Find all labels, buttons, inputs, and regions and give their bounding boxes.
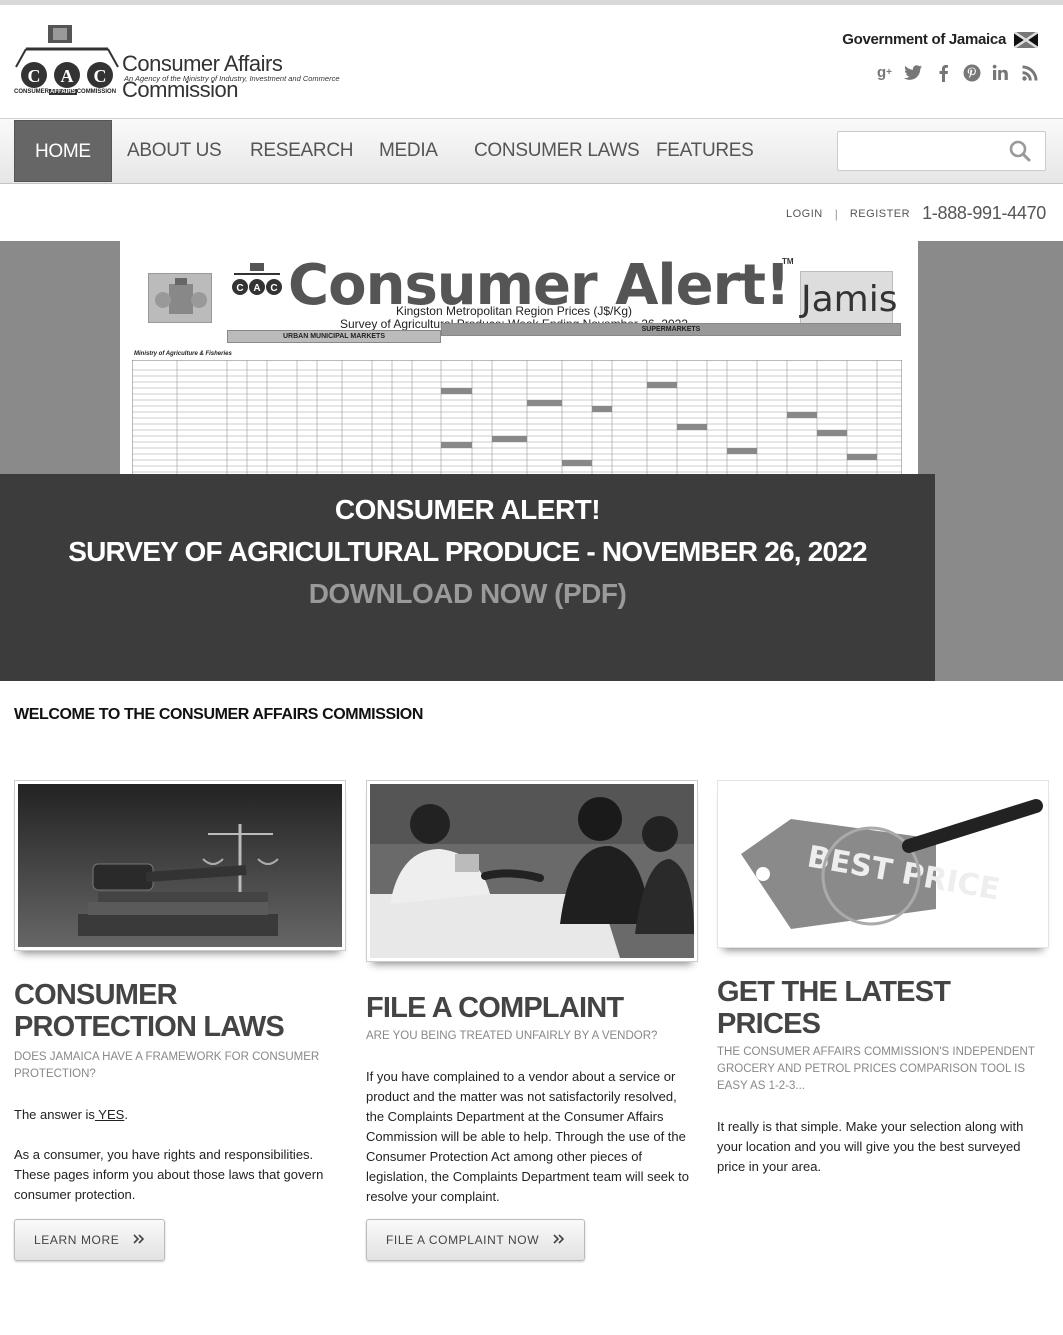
svg-text:C: C <box>94 66 107 86</box>
double-chevron-right-icon <box>133 1234 145 1244</box>
complaint-subtitle: ARE YOU BEING TREATED UNFAIRLY BY A VEND… <box>366 1030 658 1042</box>
svg-text:A: A <box>253 283 260 294</box>
banner-caption: CONSUMER ALERT! SURVEY OF AGRICULTURAL P… <box>0 474 935 681</box>
consumer-protection-laws-section: CONSUMER PROTECTION LAWS DOES JAMAICA HA… <box>14 780 346 1205</box>
utility-bar: LOGIN | REGISTER 1-888-991-4470 <box>786 203 1046 224</box>
nav-features[interactable]: FEATURES <box>656 120 754 182</box>
file-complaint-now-button[interactable]: FILE A COMPLAINT NOW <box>366 1219 586 1261</box>
download-pdf-link[interactable]: DOWNLOAD NOW (PDF) <box>309 578 627 610</box>
paper-cac-logo-icon: C A C <box>232 263 282 295</box>
nav-home[interactable]: HOME <box>14 120 112 182</box>
supermarkets-header: SUPERMARKETS <box>441 323 901 336</box>
yes-link[interactable]: YES <box>95 1107 124 1122</box>
paper-subtitle-region: Kingston Metropolitan Region Prices (J$/… <box>395 304 633 318</box>
pinterest-icon[interactable] <box>962 63 981 82</box>
hero-banner: C A C Consumer Alert! TM Jamis Kingston … <box>0 241 1063 681</box>
price-table-image: URBAN MUNICIPAL MARKETS SUPERMARKETS Min… <box>132 323 902 476</box>
paper-trademark: TM <box>782 257 794 266</box>
svg-text:C: C <box>236 283 243 294</box>
twitter-icon[interactable] <box>904 63 923 82</box>
search-icon[interactable] <box>1009 140 1031 162</box>
phone-number: 1-888-991-4470 <box>922 203 1046 223</box>
svg-text:C: C <box>28 66 41 86</box>
linkedin-icon[interactable] <box>991 63 1010 82</box>
welcome-heading: WELCOME TO THE CONSUMER AFFAIRS COMMISSI… <box>14 706 423 723</box>
laws-title: CONSUMER PROTECTION LAWS <box>14 979 285 1043</box>
file-complaint-section: FILE A COMPLAINT ARE YOU BEING TREATED U… <box>366 780 698 1207</box>
double-chevron-right-icon <box>553 1234 565 1244</box>
jamaica-flag-icon <box>1014 31 1038 48</box>
register-link[interactable]: REGISTER <box>850 208 910 220</box>
prices-body: It really is that simple. Make your sele… <box>717 1119 1024 1174</box>
nav-consumer-laws[interactable]: CONSUMER LAWS <box>474 120 640 182</box>
social-links: g + <box>875 63 1039 82</box>
brand-tagline: An Agency of the Ministry of Industry, I… <box>124 74 340 83</box>
best-price-image: BEST PRICE <box>717 780 1049 948</box>
government-label: Government of Jamaica <box>842 31 1006 48</box>
banner-subheadline: SURVEY OF AGRICULTURAL PRODUCE - NOVEMBE… <box>68 536 867 567</box>
logo-caption: CONSUMERAFFAIRSCOMMISSION <box>14 89 117 95</box>
gavel-scales-image <box>14 780 346 951</box>
ministry-label: Ministry of Agriculture & Fisheries <box>134 351 232 357</box>
nav-about-us[interactable]: ABOUT US <box>127 120 222 182</box>
complaint-title: FILE A COMPLAINT <box>366 992 624 1024</box>
cac-logo[interactable]: C A C CONSUMERAFFAIRSCOMMISSION Consumer… <box>12 23 352 103</box>
government-of-jamaica[interactable]: Government of Jamaica <box>842 31 1038 48</box>
nav-media[interactable]: MEDIA <box>379 120 438 182</box>
google-plus-icon[interactable]: g + <box>875 63 894 82</box>
cac-emblem-icon: C A C <box>15 25 119 88</box>
svg-text:C: C <box>270 283 277 294</box>
laws-subtitle: DOES JAMAICA HAVE A FRAMEWORK FOR CONSUM… <box>14 1051 320 1080</box>
utility-separator: | <box>834 206 838 221</box>
prices-title: GET THE LATEST PRICES <box>717 976 951 1040</box>
main-navigation: HOME ABOUT US RESEARCH MEDIA CONSUMER LA… <box>0 118 1063 184</box>
search-input[interactable] <box>837 131 1046 171</box>
rss-icon[interactable] <box>1020 63 1039 82</box>
banner-headline: CONSUMER ALERT! <box>334 494 601 525</box>
svg-text:A: A <box>61 66 74 86</box>
facebook-icon[interactable] <box>933 63 952 82</box>
complaint-body: If you have complained to a vendor about… <box>366 1069 689 1204</box>
login-link[interactable]: LOGIN <box>786 208 823 220</box>
site-header: C A C CONSUMERAFFAIRSCOMMISSION Consumer… <box>0 5 1063 118</box>
price-grid-icon <box>132 360 902 476</box>
laws-answer: The answer is YES. <box>14 1107 128 1122</box>
prices-subtitle: THE CONSUMER AFFAIRS COMMISSION'S INDEPE… <box>717 1046 1035 1092</box>
urban-markets-header: URBAN MUNICIPAL MARKETS <box>227 330 441 343</box>
learn-more-button[interactable]: LEARN MORE <box>14 1219 166 1261</box>
nav-research[interactable]: RESEARCH <box>250 120 353 182</box>
complaint-meeting-image <box>366 780 698 962</box>
latest-prices-section: BEST PRICE GET THE LATEST PRICES THE CON… <box>717 780 1049 1177</box>
consumer-alert-document-image: C A C Consumer Alert! TM Jamis Kingston … <box>120 241 918 476</box>
laws-body: As a consumer, you have rights and respo… <box>14 1147 324 1202</box>
